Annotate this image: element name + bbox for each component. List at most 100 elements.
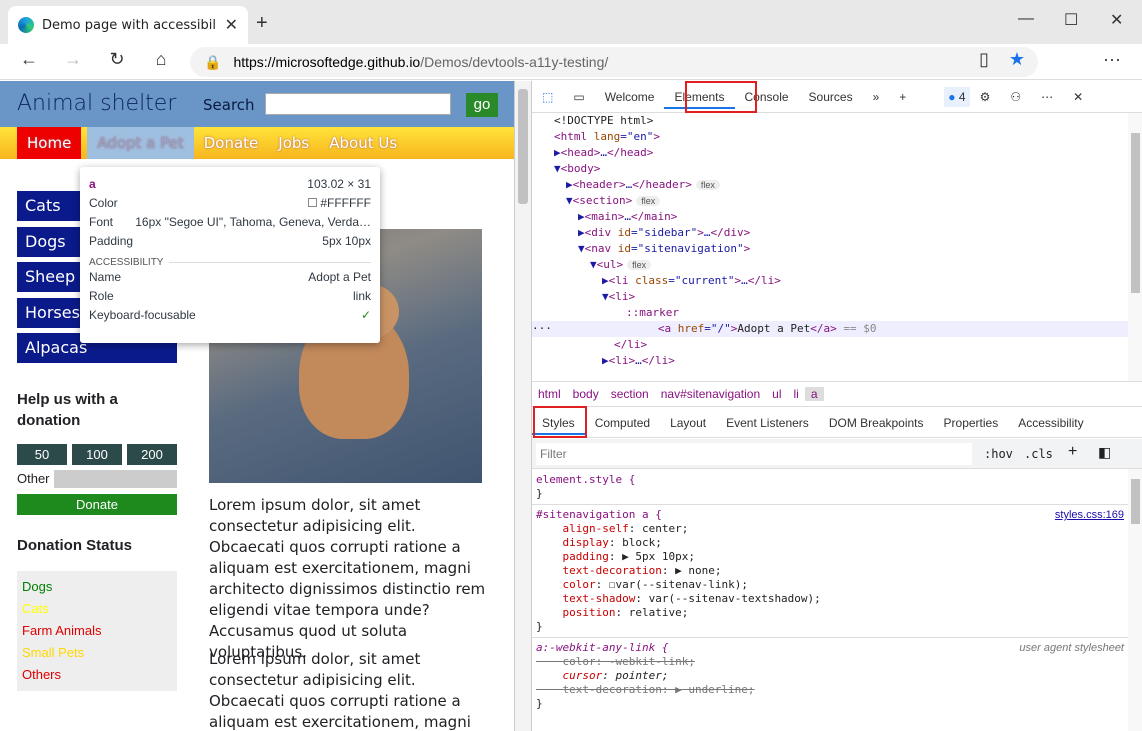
maximize-icon[interactable]: ☐ <box>1064 10 1078 30</box>
tab-event-listeners[interactable]: Event Listeners <box>716 408 819 438</box>
hov-toggle[interactable]: :hov <box>984 447 1013 461</box>
crumb-nav[interactable]: nav#sitenavigation <box>655 387 766 401</box>
lock-icon: 🔒 <box>204 53 222 70</box>
customize-icon[interactable]: ⚇ <box>1000 81 1031 113</box>
tooltip-name-label: Name <box>89 270 122 284</box>
dom-node[interactable]: ▼<ul> flex <box>532 257 1128 273</box>
close-devtools-icon[interactable]: ✕ <box>1063 81 1093 113</box>
amount-100-button[interactable]: 100 <box>72 444 122 465</box>
refresh-icon[interactable]: ↻ <box>105 49 129 70</box>
dom-tree[interactable]: <!DOCTYPE html> <html lang="en"> ▶<head>… <box>532 113 1128 381</box>
dom-node[interactable]: ▼<section> flex <box>532 193 1128 209</box>
rule-source-link[interactable]: styles.css:169 <box>1055 508 1128 522</box>
dom-node[interactable]: </li> <box>532 337 1128 353</box>
url-field[interactable]: 🔒 https://microsoftedge.github.io/Demos/… <box>190 47 1038 77</box>
scroll-thumb[interactable] <box>1131 479 1140 524</box>
close-window-icon[interactable]: ✕ <box>1110 10 1123 30</box>
dom-node[interactable]: ▶<head>…</head> <box>532 145 1128 161</box>
tab-sources[interactable]: Sources <box>799 81 863 113</box>
tooltip-color-value: #FFFFFF <box>320 196 371 210</box>
tab-accessibility[interactable]: Accessibility <box>1008 408 1093 438</box>
donate-button[interactable]: Donate <box>17 494 177 515</box>
dom-node[interactable]: ▶<header>…</header> flex <box>532 177 1128 193</box>
nav-donate[interactable]: Donate <box>194 127 269 159</box>
color-swatch <box>308 198 318 207</box>
settings-gear-icon[interactable]: ⚙ <box>970 81 1001 113</box>
page-scrollbar[interactable] <box>515 81 531 731</box>
inspect-icon[interactable]: ⬚ <box>532 81 563 113</box>
new-rule-icon[interactable]: + <box>1068 443 1077 461</box>
amount-50-button[interactable]: 50 <box>17 444 67 465</box>
nav-about[interactable]: About Us <box>319 127 407 159</box>
minimize-icon[interactable]: — <box>1018 10 1034 28</box>
more-icon[interactable]: ··· <box>1100 49 1124 70</box>
go-button[interactable]: go <box>466 93 498 117</box>
crumb-html[interactable]: html <box>532 387 567 401</box>
close-tab-icon[interactable]: ✕ <box>225 15 238 35</box>
dom-node[interactable]: ::marker <box>532 305 1128 321</box>
nav-home[interactable]: Home <box>17 127 82 159</box>
issues-badge[interactable]: ● 4 <box>944 86 970 107</box>
other-amount-input[interactable] <box>54 470 177 488</box>
tooltip-color-label: Color <box>89 196 118 210</box>
dom-node[interactable]: ▼<nav id="sitenavigation"> <box>532 241 1128 257</box>
tab-dom-breakpoints[interactable]: DOM Breakpoints <box>819 408 934 438</box>
dom-node[interactable]: <!DOCTYPE html> <box>532 113 1128 129</box>
nav-adopt[interactable]: Adopt a Pet <box>87 127 194 159</box>
dom-node-selected[interactable]: ··· <a href="/">Adopt a Pet</a> == $0 <box>532 321 1128 337</box>
tooltip-name-value: Adopt a Pet <box>308 270 371 284</box>
dom-node[interactable]: ▼<li> <box>532 289 1128 305</box>
tab-computed[interactable]: Computed <box>585 408 660 438</box>
forward-icon[interactable]: → <box>61 49 85 70</box>
amount-200-button[interactable]: 200 <box>127 444 177 465</box>
nav-jobs[interactable]: Jobs <box>268 127 319 159</box>
search-input[interactable] <box>265 93 451 115</box>
search-label: Search <box>203 96 255 114</box>
dom-node[interactable]: ▼<body> <box>532 161 1128 177</box>
scroll-thumb[interactable] <box>518 89 528 204</box>
styles-tab-bar: Styles Computed Layout Event Listeners D… <box>532 408 1142 438</box>
site-header: Animal shelter Search go <box>0 81 514 127</box>
more-tabs-icon[interactable]: » <box>863 81 890 113</box>
donation-status-heading: Donation Status <box>17 537 132 554</box>
filter-input[interactable]: Filter <box>536 443 972 465</box>
status-item: Cats <box>22 601 49 616</box>
tab-layout[interactable]: Layout <box>660 408 716 438</box>
styles-pane[interactable]: element.style { } #sitenavigation a {sty… <box>532 469 1128 731</box>
tooltip-role-label: Role <box>89 289 114 303</box>
tab-title: Demo page with accessibility issu <box>42 17 217 33</box>
add-tab-icon[interactable]: + <box>889 81 916 113</box>
scroll-thumb[interactable] <box>1131 133 1140 293</box>
donation-heading: Help us with a donation <box>17 391 118 429</box>
back-icon[interactable]: ← <box>17 49 41 70</box>
dom-node[interactable]: <html lang="en"> <box>532 129 1128 145</box>
device-toolbar-icon[interactable]: ▭ <box>563 81 594 113</box>
tab-properties[interactable]: Properties <box>934 408 1009 438</box>
url-domain: https://microsoftedge.github.io <box>233 54 421 70</box>
dom-node[interactable]: ▶<li class="current">…</li> <box>532 273 1128 289</box>
cls-toggle[interactable]: .cls <box>1024 447 1053 461</box>
home-icon[interactable]: ⌂ <box>149 49 173 70</box>
donation-status-list: Dogs Cats Farm Animals Small Pets Others <box>17 571 177 691</box>
dom-node[interactable]: ▶<div id="sidebar">…</div> <box>532 225 1128 241</box>
tab-welcome[interactable]: Welcome <box>595 81 665 113</box>
browser-tab[interactable]: Demo page with accessibility issu ✕ <box>8 6 248 44</box>
other-label: Other <box>17 471 50 486</box>
crumb-li[interactable]: li <box>787 387 804 401</box>
crumb-ul[interactable]: ul <box>766 387 787 401</box>
dom-scrollbar[interactable] <box>1128 113 1142 381</box>
dom-node[interactable]: ▶<li>…</li> <box>532 353 1128 369</box>
crumb-body[interactable]: body <box>567 387 605 401</box>
reader-icon[interactable]: ▯ <box>972 49 996 70</box>
rule-source: user agent stylesheet <box>1019 642 1124 654</box>
crumb-a[interactable]: a <box>804 387 824 401</box>
more-options-icon[interactable]: ⋯ <box>1031 81 1063 113</box>
toggle-sidebar-icon[interactable]: ◧ <box>1098 444 1111 461</box>
dom-node[interactable]: ▶<main>…</main> <box>532 209 1128 225</box>
favorite-star-icon[interactable]: ★ <box>1005 49 1029 70</box>
styles-highlight-box <box>533 406 587 438</box>
crumb-section[interactable]: section <box>605 387 655 401</box>
tooltip-font-value: 16px "Segoe UI", Tahoma, Geneva, Verda… <box>135 215 371 229</box>
new-tab-icon[interactable]: + <box>256 12 268 35</box>
styles-scrollbar[interactable] <box>1128 469 1142 731</box>
